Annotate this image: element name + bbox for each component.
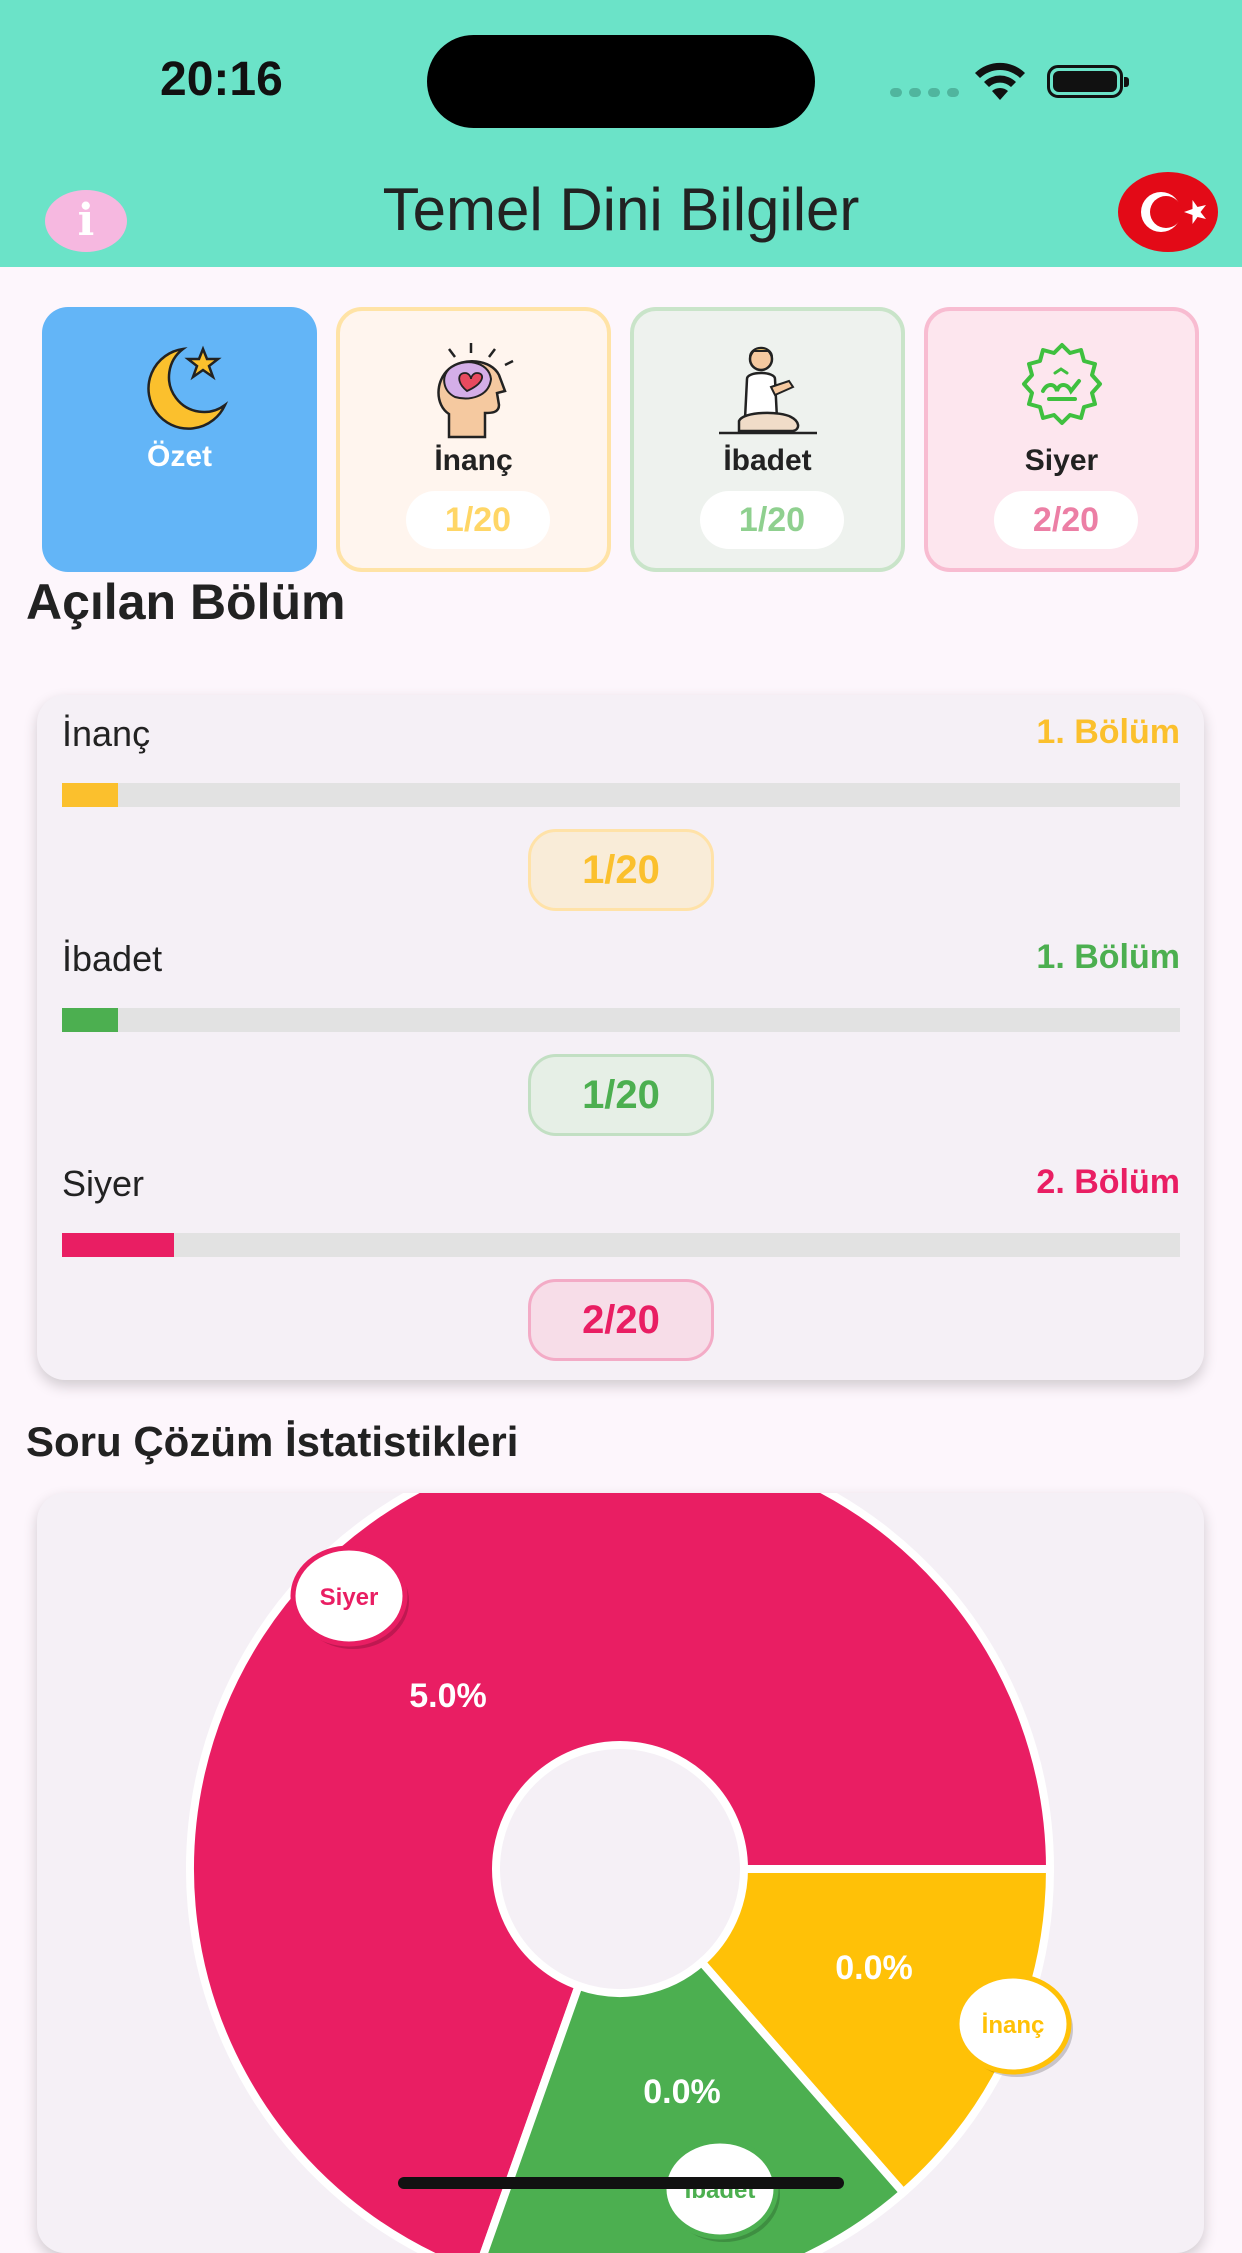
app-header: 20:16 i Temel Dini Bilgiler [0, 0, 1242, 267]
pie-legend-badge[interactable]: İbadet [661, 2138, 780, 2242]
progress-badge: 2/20 [528, 1279, 714, 1361]
stats-chart-card: 5.0% 0.0% 0.0% Siyer İnanç İbadet [37, 1493, 1204, 2253]
card-ozet[interactable]: Özet [42, 307, 317, 572]
progress-row-ibadet[interactable]: İbadet 1. Bölüm 1/20 [62, 920, 1180, 1145]
turkey-flag-icon [1141, 192, 1206, 232]
pie-slice-percent: 0.0% [835, 1949, 913, 1987]
card-inanc-label: İnanç [434, 444, 513, 477]
progress-bar-fill [62, 1008, 118, 1032]
progress-track [62, 1233, 1180, 1257]
pie-slice-percent: 0.0% [643, 2073, 721, 2111]
progress-track [62, 1008, 1180, 1032]
progress-row-name: İbadet [62, 938, 163, 979]
card-ibadet-progress: 1/20 [700, 491, 844, 549]
pie-chart: 5.0% 0.0% 0.0% Siyer İnanç İbadet [186, 1493, 1073, 2253]
pie-legend-label: Siyer [320, 1584, 379, 1611]
crescent-star-icon [146, 345, 226, 430]
progress-row-section: 1. Bölüm [1036, 938, 1180, 976]
progress-row-name: İnanç [62, 713, 151, 754]
card-inanc-progress: 1/20 [406, 491, 550, 549]
progress-bar-fill [62, 783, 118, 807]
dynamic-island [427, 35, 815, 128]
category-cards: Özet İnanç 1/20 İbadet 1/20 Siyer 2/20 [42, 307, 1200, 572]
progress-panel: İnanç 1. Bölüm 1/20 İbadet 1. Bölüm 1/20… [37, 695, 1204, 1380]
progress-badge: 1/20 [528, 829, 714, 911]
home-indicator [398, 2177, 844, 2189]
card-ozet-label: Özet [146, 440, 212, 473]
pie-legend-badge[interactable]: İnanç [954, 1973, 1073, 2077]
muhammad-calligraphy-icon [1021, 343, 1102, 425]
card-siyer-progress: 2/20 [994, 491, 1138, 549]
progress-row-section: 1. Bölüm [1036, 713, 1180, 751]
pie-slice-percent: 5.0% [409, 1677, 487, 1715]
card-ibadet-label: İbadet [723, 444, 812, 477]
praying-person-icon [718, 346, 817, 435]
progress-track [62, 783, 1180, 807]
progress-bar-fill [62, 1233, 174, 1257]
card-siyer-label: Siyer [1024, 444, 1099, 477]
progress-row-section: 2. Bölüm [1036, 1163, 1180, 1201]
cellular-signal-icon [890, 88, 959, 97]
progress-badge: 1/20 [528, 1054, 714, 1136]
status-time: 20:16 [160, 53, 283, 106]
pie-legend-badge[interactable]: Siyer [290, 1545, 409, 1649]
card-siyer[interactable]: Siyer 2/20 [924, 307, 1199, 572]
pie-legend-label: İnanç [982, 2012, 1045, 2039]
progress-row-inanc[interactable]: İnanç 1. Bölüm 1/20 [62, 695, 1180, 920]
stats-title: Soru Çözüm İstatistikleri [26, 1418, 519, 1465]
battery-icon [1047, 65, 1129, 98]
opened-section-title: Açılan Bölüm [26, 574, 346, 630]
head-heart-icon [436, 343, 514, 439]
wifi-icon [975, 62, 1025, 100]
language-flag-button[interactable] [1118, 172, 1218, 252]
progress-row-siyer[interactable]: Siyer 2. Bölüm 2/20 [62, 1145, 1180, 1370]
progress-row-name: Siyer [62, 1163, 145, 1204]
card-ibadet[interactable]: İbadet 1/20 [630, 307, 905, 572]
page-title: Temel Dini Bilgiler [382, 176, 860, 243]
card-inanc[interactable]: İnanç 1/20 [336, 307, 611, 572]
